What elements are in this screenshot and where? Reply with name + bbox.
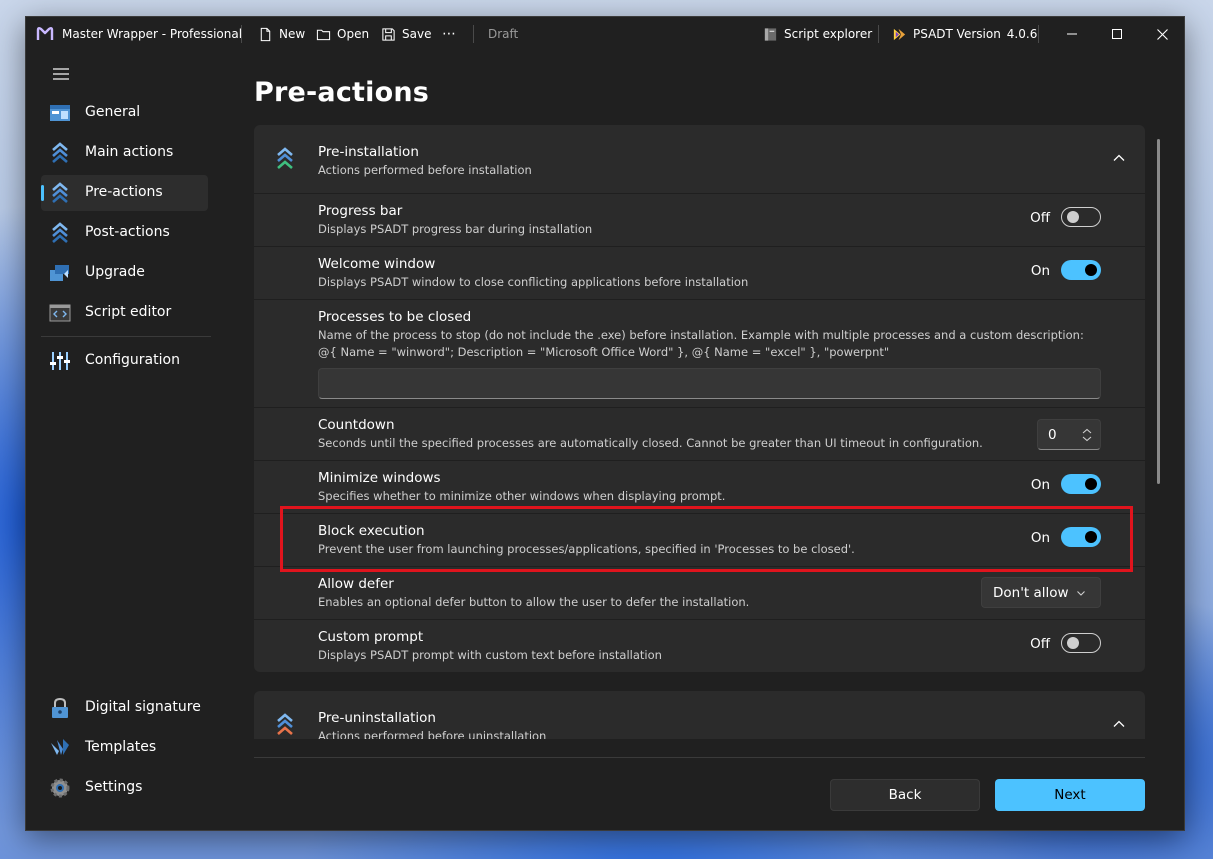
minimize-icon: [1067, 33, 1077, 35]
toggle-switch[interactable]: [1061, 260, 1101, 280]
more-icon: ⋯: [442, 26, 456, 42]
toggle-knob: [1085, 478, 1097, 490]
new-button[interactable]: New: [258, 25, 305, 43]
chevron-up-icon[interactable]: [1112, 151, 1126, 165]
toggle-switch[interactable]: [1061, 474, 1101, 494]
allow-defer-dropdown[interactable]: Don't allow: [981, 577, 1101, 608]
footer-divider: [254, 757, 1145, 758]
app-logo-icon: [36, 27, 54, 40]
script-explorer-icon: [764, 27, 777, 41]
sidebar-item-main-actions[interactable]: Main actions: [41, 135, 208, 171]
section-subtitle: Actions performed before installation: [318, 163, 532, 177]
app-window: Master Wrapper - Professional New Open S…: [25, 16, 1185, 831]
sidebar-item-upgrade[interactable]: Upgrade: [41, 255, 208, 291]
progress-bar-toggle[interactable]: Off: [1026, 207, 1102, 229]
sidebar-divider: [41, 336, 211, 337]
title-bar: Master Wrapper - Professional New Open S…: [26, 17, 1184, 51]
toggle-knob: [1085, 531, 1097, 543]
more-button[interactable]: ⋯: [442, 25, 456, 43]
active-indicator: [41, 185, 44, 201]
minimize-windows-row: Minimize windows Specifies whether to mi…: [254, 460, 1145, 513]
section-title: Pre-installation: [318, 144, 419, 160]
sidebar-item-settings[interactable]: Settings: [41, 770, 208, 806]
close-icon: [1156, 28, 1168, 40]
maximize-button[interactable]: [1106, 23, 1128, 45]
sidebar-item-configuration[interactable]: Configuration: [41, 343, 208, 379]
chevron-up-icon[interactable]: [1112, 717, 1126, 731]
progress-bar-row: Progress bar Displays PSADT progress bar…: [254, 193, 1145, 246]
code-window-icon: [49, 304, 71, 322]
block-execution-toggle[interactable]: On: [1026, 527, 1102, 549]
custom-prompt-toggle[interactable]: Off: [1026, 633, 1102, 655]
section-title: Pre-uninstallation: [318, 710, 436, 726]
pre-uninstallation-header[interactable]: Pre-uninstallation Actions performed bef…: [254, 691, 1145, 739]
pre-installation-header[interactable]: Pre-installation Actions performed befor…: [254, 125, 1145, 193]
general-icon: [50, 105, 70, 121]
lock-icon: [52, 697, 68, 718]
psadt-logo-icon: [893, 28, 906, 40]
script-explorer-button[interactable]: Script explorer: [763, 25, 872, 43]
processes-to-close-row: Processes to be closed Name of the proce…: [254, 299, 1145, 407]
minimize-windows-toggle[interactable]: On: [1026, 474, 1102, 496]
title-divider: [241, 25, 242, 43]
draft-status: Draft: [488, 27, 519, 41]
save-icon: [382, 27, 395, 41]
pre-uninstallation-icon: [277, 713, 293, 735]
sidebar-item-general[interactable]: General: [41, 95, 208, 131]
open-button[interactable]: Open: [316, 25, 369, 43]
chevron-down-icon: [1077, 591, 1085, 596]
sidebar-item-templates[interactable]: Templates: [41, 730, 208, 766]
sidebar-item-script-editor[interactable]: Script editor: [41, 295, 208, 331]
chevrons-up-icon: [52, 182, 68, 203]
title-divider: [473, 25, 474, 43]
sidebar-item-pre-actions[interactable]: Pre-actions: [41, 175, 208, 211]
pre-installation-icon: [277, 147, 293, 169]
save-button[interactable]: Save: [381, 25, 431, 43]
vertical-scrollbar[interactable]: [1157, 139, 1160, 484]
sliders-icon: [50, 352, 70, 370]
custom-prompt-row: Custom prompt Displays PSADT prompt with…: [254, 619, 1145, 672]
templates-icon: [51, 739, 69, 755]
back-button[interactable]: Back: [830, 779, 980, 811]
content-scroll-area[interactable]: Pre-installation Actions performed befor…: [254, 125, 1146, 739]
block-execution-row: Block execution Prevent the user from la…: [254, 513, 1145, 566]
countdown-row: Countdown Seconds until the specified pr…: [254, 407, 1145, 460]
upgrade-icon: [50, 265, 69, 281]
toggle-switch[interactable]: [1061, 207, 1101, 227]
page-title: Pre-actions: [254, 77, 430, 108]
countdown-number-box[interactable]: 0: [1037, 419, 1101, 450]
sidebar-item-post-actions[interactable]: Post-actions: [41, 215, 208, 251]
chevrons-up-icon: [52, 142, 68, 163]
close-button[interactable]: [1151, 23, 1173, 45]
sidebar-item-digital-signature[interactable]: Digital signature: [41, 690, 208, 726]
new-file-icon: [260, 27, 271, 41]
toggle-switch[interactable]: [1061, 527, 1101, 547]
minimize-button[interactable]: [1061, 23, 1083, 45]
gear-icon: [50, 778, 70, 798]
spinner-arrows-icon[interactable]: [1081, 428, 1093, 442]
toggle-knob: [1067, 211, 1079, 223]
title-divider: [878, 25, 879, 43]
next-button[interactable]: Next: [995, 779, 1145, 811]
chevrons-up-icon: [52, 222, 68, 243]
allow-defer-row: Allow defer Enables an optional defer bu…: [254, 566, 1145, 619]
psadt-version-button[interactable]: PSADT Version 4.0.6: [892, 25, 1037, 43]
title-divider: [1038, 25, 1039, 43]
toggle-knob: [1067, 637, 1079, 649]
folder-icon: [316, 29, 331, 40]
processes-input[interactable]: [318, 368, 1101, 399]
section-subtitle: Actions performed before uninstallation: [318, 729, 547, 739]
maximize-icon: [1112, 29, 1122, 39]
welcome-window-toggle[interactable]: On: [1026, 260, 1102, 282]
hamburger-menu-icon[interactable]: [52, 67, 70, 81]
toggle-knob: [1085, 264, 1097, 276]
welcome-window-row: Welcome window Displays PSADT window to …: [254, 246, 1145, 299]
app-title: Master Wrapper - Professional: [62, 27, 243, 41]
toggle-switch[interactable]: [1061, 633, 1101, 653]
